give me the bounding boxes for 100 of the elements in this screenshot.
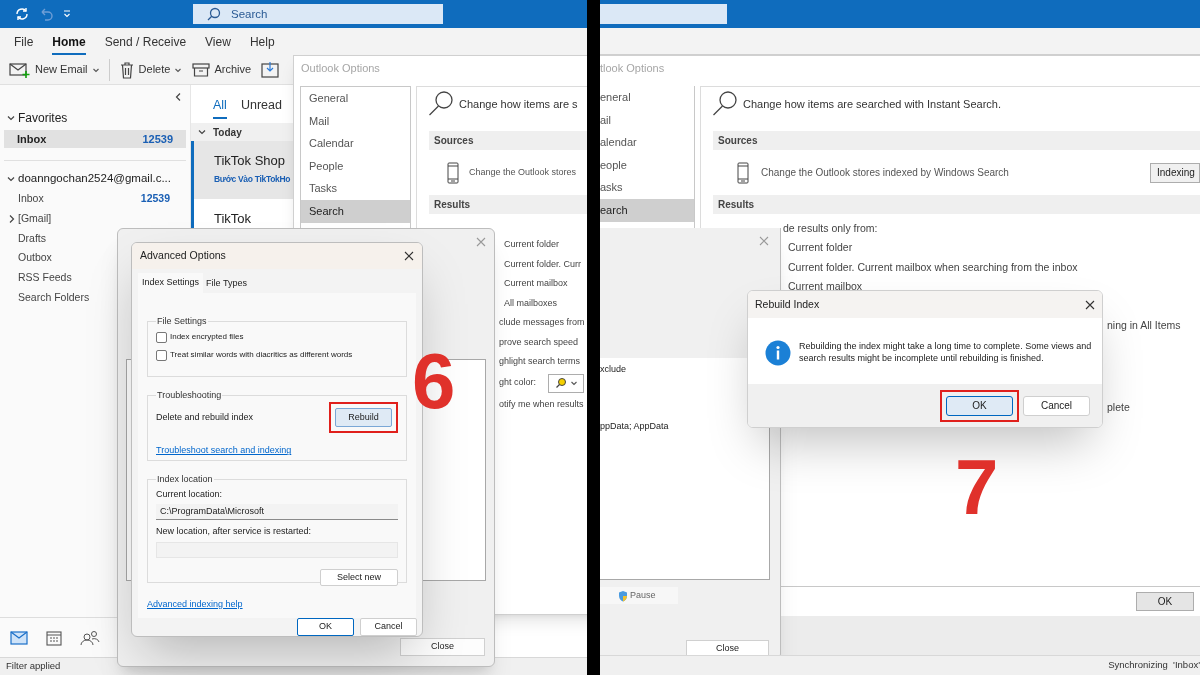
step-number: 7 bbox=[955, 448, 999, 526]
checkbox-label[interactable]: Index encrypted files bbox=[170, 331, 244, 344]
account-name: doanngochan2524@gmail.c... bbox=[18, 171, 171, 187]
setting-label: clude messages from bbox=[499, 316, 585, 329]
button[interactable]: OK bbox=[297, 618, 354, 636]
filter-tab[interactable]: Unread bbox=[240, 96, 282, 119]
nav-item[interactable]: Search bbox=[301, 199, 410, 223]
select-new-button[interactable]: Select new bbox=[320, 569, 398, 587]
menu-tab[interactable]: Send / Receive bbox=[104, 33, 187, 55]
option-label[interactable]: Current folder bbox=[788, 240, 853, 257]
tab[interactable]: Index Settings bbox=[138, 272, 204, 293]
mail-icon[interactable] bbox=[10, 630, 28, 645]
customize-icon[interactable] bbox=[62, 9, 72, 19]
window-title: tlook Options bbox=[600, 60, 665, 76]
info-icon bbox=[765, 340, 791, 366]
toolbar-button[interactable]: Archive bbox=[191, 57, 253, 82]
nav-item[interactable]: General bbox=[301, 87, 410, 110]
search-icon bbox=[427, 90, 455, 118]
nav-item[interactable]: People bbox=[301, 154, 410, 178]
help-link[interactable]: Advanced indexing help bbox=[147, 597, 243, 612]
description-text: Delete and rebuild index bbox=[156, 411, 254, 425]
menu-tab[interactable]: Help bbox=[249, 33, 275, 55]
button[interactable]: Cancel bbox=[1023, 395, 1090, 416]
folder-item[interactable]: Inbox 12539 bbox=[0, 189, 190, 209]
close-icon[interactable] bbox=[404, 250, 414, 261]
toolbar-button[interactable]: Delete bbox=[117, 57, 184, 82]
setting-label: prove search speed bbox=[499, 335, 579, 349]
chevron-down-icon bbox=[6, 113, 16, 123]
message-text: Rebuilding the index might take a long time to complete. Some views and search results might be incomplete until rebuilding is finished. bbox=[799, 340, 1093, 364]
group-label: File Settings bbox=[156, 314, 208, 328]
section-header: Sources bbox=[713, 131, 1200, 150]
shield-icon bbox=[618, 589, 628, 602]
people-icon[interactable] bbox=[80, 629, 100, 646]
option-label[interactable]: Current folder. Curr bbox=[504, 257, 582, 271]
chevron-right-icon[interactable] bbox=[8, 213, 16, 224]
nav-item[interactable]: Calendar bbox=[301, 132, 410, 155]
section-header: Results bbox=[713, 195, 1200, 214]
calendar-icon[interactable] bbox=[46, 629, 62, 646]
phone-icon bbox=[737, 161, 749, 184]
archive-icon bbox=[192, 61, 211, 78]
group-label: Index location bbox=[156, 472, 214, 486]
nav-item[interactable]: eneral bbox=[600, 86, 694, 109]
description-text: Change the Outlook stores indexed by Windows Search bbox=[761, 166, 1009, 180]
close-button[interactable]: Close bbox=[400, 638, 485, 656]
step-number: 6 bbox=[412, 342, 456, 420]
search-field[interactable]: Search bbox=[193, 4, 443, 24]
folder-item[interactable]: [Gmail] bbox=[0, 208, 190, 229]
new-email-icon bbox=[9, 60, 31, 79]
search-icon bbox=[207, 7, 221, 21]
nav-item[interactable]: alendar bbox=[600, 131, 694, 154]
checkbox[interactable] bbox=[156, 331, 167, 343]
collapse-icon[interactable] bbox=[174, 92, 182, 102]
button[interactable]: Cancel bbox=[360, 618, 417, 636]
status-text: Filter applied bbox=[6, 659, 61, 674]
message-subject: Bước Vào TikTokHo bbox=[214, 172, 291, 186]
option-label[interactable]: All mailboxes bbox=[504, 296, 558, 310]
section-header: Favorites bbox=[18, 110, 68, 127]
section-header: Sources bbox=[429, 131, 587, 150]
indexing-button[interactable]: Indexing bbox=[1150, 162, 1200, 183]
rebuild-button[interactable]: Rebuild bbox=[335, 408, 392, 428]
close-icon[interactable] bbox=[1085, 299, 1095, 310]
description-text: Change the Outlook stores bbox=[469, 165, 577, 179]
chevron-down-icon bbox=[6, 174, 16, 184]
chevron-down-icon bbox=[197, 127, 207, 137]
pause-button[interactable]: Pause bbox=[600, 587, 678, 604]
nav-item[interactable]: eople bbox=[600, 153, 694, 177]
option-label[interactable]: Current folder. Current mailbox when searching from the inbox bbox=[788, 259, 1078, 276]
window-title: Outlook Options bbox=[301, 60, 380, 76]
phone-icon bbox=[447, 161, 459, 184]
help-link[interactable]: Troubleshoot search and indexing bbox=[156, 444, 292, 458]
search-icon bbox=[711, 90, 739, 118]
nav-item[interactable]: ail bbox=[600, 108, 694, 132]
folder-item[interactable]: Inbox 12539 bbox=[4, 130, 186, 148]
setting-label: plete bbox=[1107, 399, 1130, 415]
field-label: Current location: bbox=[156, 488, 224, 502]
checkbox[interactable] bbox=[156, 349, 167, 361]
sender-name: TikTok Shop bbox=[214, 152, 286, 170]
window-title: Advanced Options bbox=[140, 248, 226, 264]
list-text: ppData; AppData bbox=[600, 420, 669, 433]
color-dropdown[interactable] bbox=[548, 373, 585, 393]
setting-label: de results only from: bbox=[783, 220, 878, 236]
nav-item[interactable]: Mail bbox=[301, 109, 410, 133]
filter-tab[interactable]: All bbox=[213, 96, 227, 119]
toolbar-button[interactable]: New Email bbox=[8, 57, 101, 82]
menu-tab[interactable]: File bbox=[14, 33, 34, 55]
field-label: New location, after service is restarted: bbox=[156, 524, 313, 538]
nav-item[interactable]: Tasks bbox=[301, 177, 410, 200]
tab[interactable]: File Types bbox=[203, 274, 250, 293]
option-label[interactable]: Current mailbox bbox=[504, 277, 568, 291]
group-label: Troubleshooting bbox=[156, 388, 223, 402]
ok-button[interactable]: OK bbox=[1136, 592, 1194, 611]
search-field[interactable] bbox=[600, 4, 727, 24]
nav-item[interactable]: asks bbox=[600, 176, 694, 199]
menu-tab[interactable]: View bbox=[205, 33, 231, 55]
sync-icon[interactable] bbox=[14, 6, 30, 22]
checkbox-label[interactable]: Treat similar words with diacritics as different words bbox=[170, 349, 353, 362]
setting-label: ghlight search terms bbox=[499, 355, 581, 368]
nav-item[interactable]: earch bbox=[600, 198, 694, 222]
option-label[interactable]: Current folder bbox=[504, 238, 560, 252]
button[interactable]: OK bbox=[946, 395, 1013, 416]
